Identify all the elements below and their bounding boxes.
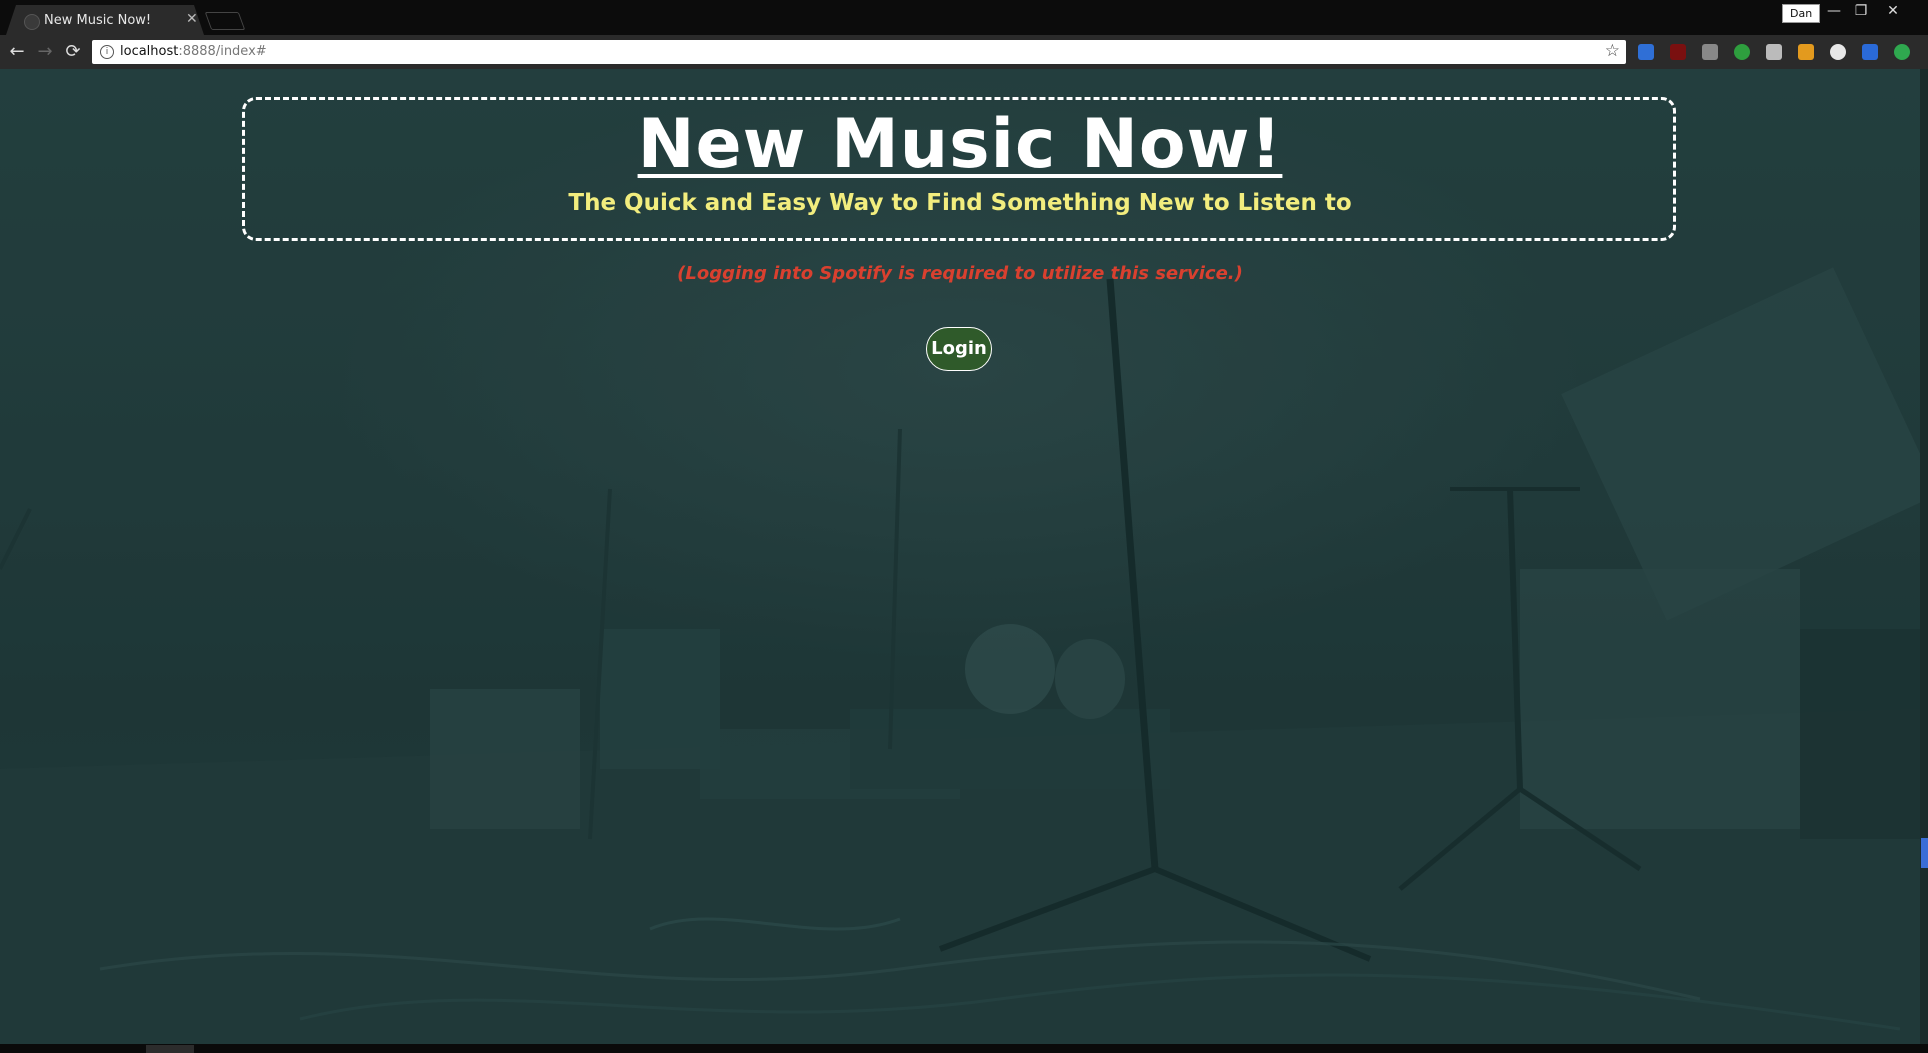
- tab-strip: New Music Now! ✕ Dan — ❐ ✕: [0, 0, 1928, 35]
- login-button[interactable]: Login: [926, 327, 992, 371]
- ext-gray-icon[interactable]: [1702, 44, 1718, 60]
- back-icon[interactable]: ←: [5, 40, 29, 64]
- reload-icon[interactable]: ⟳: [61, 40, 85, 64]
- browser-toolbar: ← → ⟳ i localhost:8888/index# ☆: [0, 35, 1928, 69]
- taskbar-item[interactable]: [146, 1045, 194, 1053]
- tab-favicon-icon: [24, 14, 40, 30]
- ext-orange-icon[interactable]: [1798, 44, 1814, 60]
- os-taskbar: [0, 1044, 1928, 1053]
- ext-circle-icon[interactable]: [1830, 44, 1846, 60]
- profile-button[interactable]: Dan: [1782, 4, 1821, 23]
- ext-green-up-icon[interactable]: [1894, 44, 1910, 60]
- tab-close-icon[interactable]: ✕: [186, 11, 198, 27]
- url-host: localhost: [120, 44, 179, 59]
- close-window-icon[interactable]: ✕: [1879, 3, 1907, 19]
- bookmark-star-icon[interactable]: ☆: [1605, 41, 1620, 61]
- url-text: localhost:8888/index#: [120, 44, 267, 59]
- minimize-icon[interactable]: —: [1820, 3, 1848, 19]
- tab-title: New Music Now!: [44, 13, 152, 28]
- ext-s-icon[interactable]: [1862, 44, 1878, 60]
- ext-shield-icon[interactable]: [1766, 44, 1782, 60]
- ublock-icon[interactable]: [1670, 44, 1686, 60]
- scrollbar-thumb[interactable]: [1921, 838, 1928, 868]
- browser-tab[interactable]: New Music Now! ✕: [6, 5, 204, 35]
- ext-check-icon[interactable]: [1734, 44, 1750, 60]
- address-bar[interactable]: i localhost:8888/index# ☆: [92, 40, 1626, 64]
- new-tab-button[interactable]: [204, 12, 246, 30]
- page-subtitle: The Quick and Easy Way to Find Something…: [568, 190, 1352, 216]
- url-path: :8888/index#: [178, 44, 267, 59]
- page-title: New Music Now!: [637, 105, 1283, 184]
- restore-icon[interactable]: ❐: [1847, 3, 1875, 19]
- ext-blue-icon[interactable]: [1638, 44, 1654, 60]
- forward-icon[interactable]: →: [33, 40, 57, 64]
- login-required-notice: (Logging into Spotify is required to uti…: [677, 263, 1243, 284]
- info-icon[interactable]: i: [100, 45, 114, 59]
- scrollbar[interactable]: [1920, 69, 1928, 1044]
